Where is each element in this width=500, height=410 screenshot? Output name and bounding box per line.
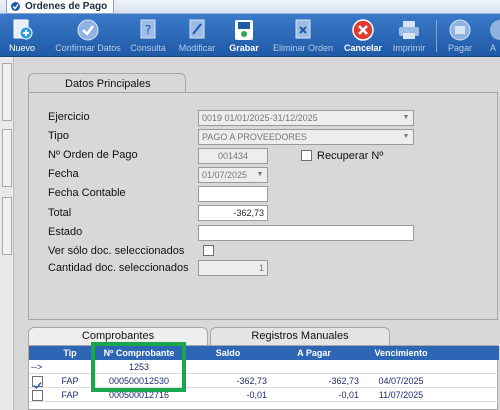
check-icon xyxy=(77,19,99,41)
tab-datos-principales[interactable]: Datos Principales xyxy=(28,73,186,93)
imprimir-button[interactable]: Imprimir xyxy=(388,16,430,56)
fecha-contable-label: Fecha Contable xyxy=(48,187,126,199)
left-side-strip xyxy=(0,57,14,410)
window-tab[interactable]: Ordenes de Pago xyxy=(6,0,115,14)
toolbar: Nuevo Confirmar Datos ? Consulta Modific… xyxy=(0,14,500,57)
cantidad-field: 1 xyxy=(198,260,268,276)
svg-text:?: ? xyxy=(145,23,151,37)
toolbar-separator xyxy=(436,20,437,52)
total-field: -362,73 xyxy=(198,205,268,221)
highlight-box xyxy=(91,342,186,392)
ver-solo-checkbox[interactable] xyxy=(203,245,214,256)
grabar-button[interactable]: Grabar xyxy=(224,16,264,56)
fecha-label: Fecha xyxy=(48,168,79,180)
total-label: Total xyxy=(48,207,72,219)
cancel-icon xyxy=(352,19,374,41)
window-title: Ordenes de Pago xyxy=(25,1,108,12)
pay-icon xyxy=(449,19,471,41)
row-marker: --> xyxy=(31,362,43,372)
printer-icon xyxy=(399,21,419,39)
app-icon xyxy=(11,2,20,11)
vencimiento-cell: 04/07/2025 xyxy=(378,376,424,386)
saldo-cell: -362,73 xyxy=(236,376,267,386)
chevron-down-icon: ▼ xyxy=(256,171,264,178)
modificar-button[interactable]: Modificar xyxy=(174,16,220,56)
new-document-icon xyxy=(13,19,33,40)
chevron-down-icon: ▼ xyxy=(402,114,410,121)
fecha-field[interactable]: 01/07/2025 ▼ xyxy=(198,167,268,183)
truncated-toolbar-button[interactable]: A xyxy=(484,16,500,56)
eliminar-orden-button[interactable]: Eliminar Orden xyxy=(268,16,338,56)
saldo-cell: -0,01 xyxy=(246,390,267,400)
extra-icon xyxy=(490,20,500,40)
cancelar-button[interactable]: Cancelar xyxy=(340,16,386,56)
ejercicio-select[interactable]: 0019 01/01/2025-31/12/2025 ▼ xyxy=(198,110,414,126)
estado-field xyxy=(198,225,414,241)
side-tab[interactable] xyxy=(2,129,12,187)
delete-document-icon xyxy=(295,19,311,39)
row-checkbox[interactable] xyxy=(32,376,43,390)
cantidad-label: Cantidad doc. seleccionados xyxy=(48,262,189,274)
orden-pago-label: Nº Orden de Pago xyxy=(48,149,138,161)
tipo-label: Tipo xyxy=(48,130,69,142)
confirmar-datos-button[interactable]: Confirmar Datos xyxy=(50,16,126,56)
row-checkbox[interactable] xyxy=(32,390,43,401)
edit-document-icon xyxy=(189,19,205,39)
col-apagar[interactable]: A Pagar xyxy=(269,346,359,360)
side-tab[interactable] xyxy=(2,63,12,121)
recuperar-label: Recuperar Nº xyxy=(317,150,384,162)
recuperar-checkbox[interactable] xyxy=(301,150,312,161)
tip-cell: FAP xyxy=(61,376,79,386)
apagar-cell[interactable]: -0,01 xyxy=(269,389,359,402)
vencimiento-cell: 11/07/2025 xyxy=(378,390,424,400)
title-bar: Ordenes de Pago xyxy=(0,0,500,14)
ver-solo-label: Ver sólo doc. seleccionados xyxy=(48,245,185,257)
apagar-cell[interactable]: -362,73 xyxy=(269,375,359,388)
pagar-button[interactable]: Pagar xyxy=(442,16,478,56)
nuevo-button[interactable]: Nuevo xyxy=(2,16,42,56)
tipo-select[interactable]: PAGO A PROVEEDORES ▼ xyxy=(198,129,414,145)
ejercicio-label: Ejercicio xyxy=(48,111,90,123)
fecha-contable-field[interactable] xyxy=(198,186,268,202)
tip-cell: FAP xyxy=(61,390,79,400)
col-tip[interactable]: Tip xyxy=(53,346,87,360)
col-vencimiento[interactable]: Vencimiento xyxy=(361,346,441,360)
tab-registros-manuales[interactable]: Registros Manuales xyxy=(210,327,390,345)
side-tab[interactable] xyxy=(2,197,12,255)
consulta-button[interactable]: ? Consulta xyxy=(128,16,168,56)
chevron-down-icon: ▼ xyxy=(402,133,410,140)
orden-pago-field[interactable]: 001434 xyxy=(198,148,268,164)
estado-label: Estado xyxy=(48,226,83,238)
col-saldo[interactable]: Saldo xyxy=(189,346,267,360)
query-document-icon: ? xyxy=(140,19,156,39)
save-icon xyxy=(235,20,253,40)
